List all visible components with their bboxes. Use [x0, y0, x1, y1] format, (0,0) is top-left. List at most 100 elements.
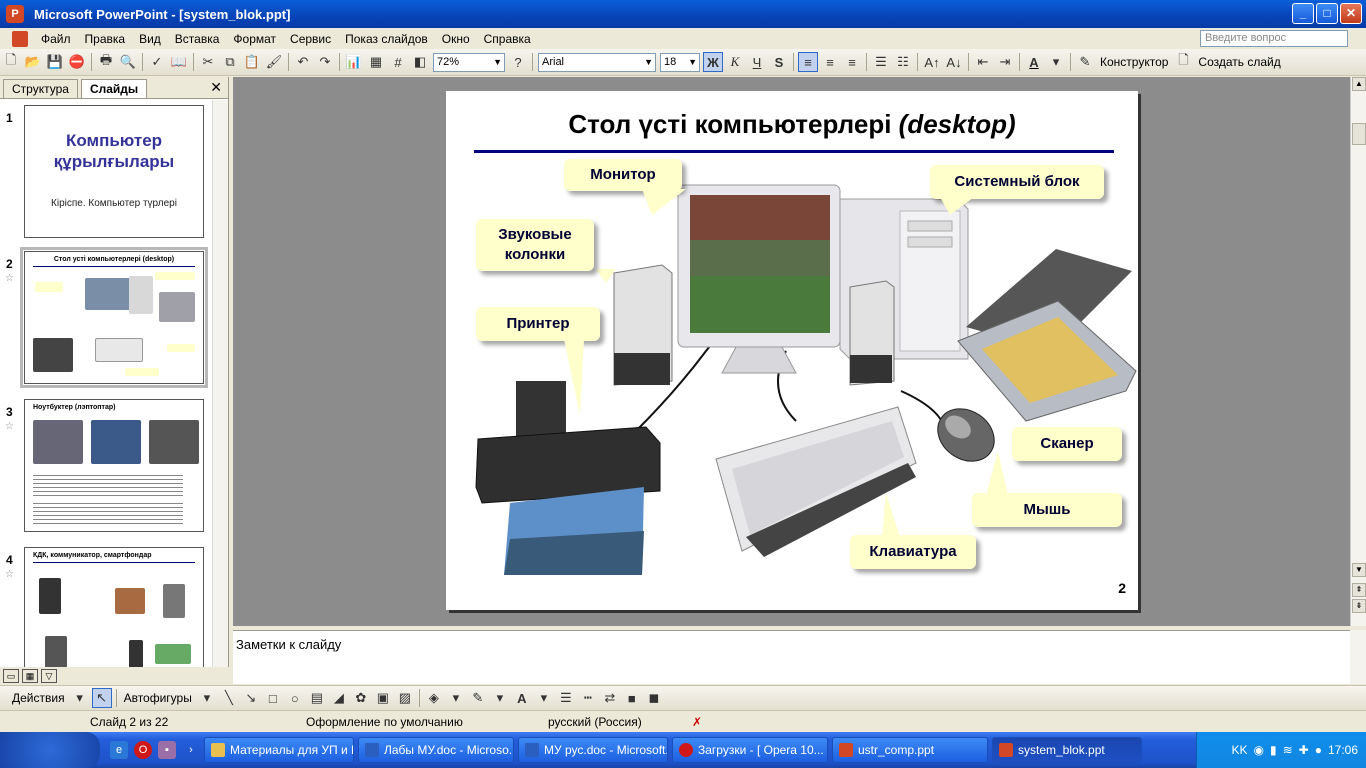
insert-table-icon[interactable]: ▦ [366, 52, 386, 72]
menu-insert[interactable]: Вставка [168, 32, 227, 46]
menu-window[interactable]: Окно [435, 32, 477, 46]
thumbnails-scrollbar[interactable] [212, 100, 228, 667]
chevron-down-icon[interactable]: ▾ [70, 688, 90, 708]
designer-icon[interactable]: ✎ [1075, 52, 1095, 72]
security-icon[interactable]: ● [1315, 743, 1322, 757]
underline-button[interactable]: Ч [747, 52, 767, 72]
slide-canvas[interactable]: Стол үсті компьютерлері (desktop) Монито… [446, 91, 1138, 610]
chevron-down-icon[interactable]: ▾ [446, 688, 466, 708]
close-icon[interactable]: ✕ [210, 79, 222, 96]
undo-icon[interactable]: ↶ [293, 52, 313, 72]
chevron-down-icon[interactable]: ▾ [1046, 52, 1066, 72]
notes-pane[interactable]: Заметки к слайду [233, 630, 1350, 684]
close-button[interactable]: ✕ [1340, 3, 1362, 24]
bullets-icon[interactable]: ☷ [893, 52, 913, 72]
slide-thumbnail-1[interactable]: Компьютер құрылғылары Кіріспе. Компьютер… [24, 105, 204, 238]
callout-scanner[interactable]: Сканер [1012, 427, 1122, 461]
callout-mouse[interactable]: Мышь [972, 493, 1122, 527]
callout-speakers-box[interactable]: Звуковые колонки [476, 219, 594, 271]
italic-button[interactable]: К [725, 52, 745, 72]
language-indicator[interactable]: KK [1231, 743, 1247, 757]
print-preview-icon[interactable]: 🔍 [118, 52, 138, 72]
callout-printer[interactable]: Принтер [476, 307, 600, 341]
autoshapes-button[interactable]: Автофигуры [124, 691, 192, 705]
line-color-icon[interactable]: ✎ [468, 688, 488, 708]
rectangle-icon[interactable]: □ [263, 688, 283, 708]
align-left-icon[interactable]: ≡ [798, 52, 818, 72]
arrow-style-icon[interactable]: ⇄ [600, 688, 620, 708]
eye-icon[interactable]: ◉ [1254, 743, 1264, 757]
task-ppt-2[interactable]: system_blok.ppt [992, 737, 1142, 763]
font-color-icon[interactable]: A [512, 688, 532, 708]
tab-slides[interactable]: Слайды [80, 79, 148, 98]
menu-edit[interactable]: Правка [78, 32, 133, 46]
3d-style-icon[interactable]: ◼ [644, 688, 664, 708]
new-file-icon[interactable]: 🗋 [1, 52, 21, 72]
new-slide-button[interactable]: Создать слайд [1198, 55, 1280, 69]
callout-monitor-box[interactable]: Монитор [564, 159, 682, 191]
picture-icon[interactable]: ▨ [395, 688, 415, 708]
menu-file[interactable]: Файл [34, 32, 78, 46]
decrease-font-icon[interactable]: A↓ [944, 52, 964, 72]
menu-format[interactable]: Формат [226, 32, 283, 46]
task-word-2[interactable]: МУ рус.doc - Microsoft... [518, 737, 668, 763]
shadow-style-icon[interactable]: ■ [622, 688, 642, 708]
chevron-down-icon[interactable]: ▾ [534, 688, 554, 708]
decrease-indent-icon[interactable]: ⇤ [973, 52, 993, 72]
notes-scrollbar[interactable] [1350, 630, 1366, 684]
actions-button[interactable]: Действия [12, 691, 65, 705]
zoom-select[interactable]: 72% ▼ [433, 52, 505, 72]
menu-slideshow[interactable]: Показ слайдов [338, 32, 435, 46]
cut-icon[interactable]: ✂ [198, 52, 218, 72]
oval-icon[interactable]: ○ [285, 688, 305, 708]
arrow-icon[interactable]: ↘ [241, 688, 261, 708]
bold-button[interactable]: Ж [703, 52, 723, 72]
increase-indent-icon[interactable]: ⇥ [995, 52, 1015, 72]
task-folder[interactable]: Материалы для УП и МУ [204, 737, 354, 763]
save-icon[interactable]: 💾 [45, 52, 65, 72]
color-grayscale-icon[interactable]: ◧ [410, 52, 430, 72]
designer-button[interactable]: Конструктор [1100, 55, 1168, 69]
paste-icon[interactable]: 📋 [242, 52, 262, 72]
menu-tools[interactable]: Сервис [283, 32, 338, 46]
slide-thumbnail-2[interactable]: Стол усті компьютерлері (desktop) [20, 247, 208, 388]
opera-icon[interactable]: O [134, 741, 152, 759]
callout-system-unit[interactable]: Системный блок [930, 165, 1104, 199]
chevron-down-icon[interactable]: ▾ [490, 688, 510, 708]
previous-slide-icon[interactable]: ⇞ [1352, 583, 1366, 597]
antivirus-icon[interactable]: ✚ [1299, 743, 1309, 757]
textbox-icon[interactable]: ▤ [307, 688, 327, 708]
help-icon[interactable]: ? [508, 52, 528, 72]
callout-keyboard[interactable]: Клавиатура [850, 535, 976, 569]
print-icon[interactable]: 🖶 [96, 52, 116, 72]
font-size-select[interactable]: 18 ▼ [660, 52, 700, 72]
menu-help[interactable]: Справка [477, 32, 538, 46]
line-icon[interactable]: ╲ [219, 688, 239, 708]
font-name-select[interactable]: Arial ▼ [538, 52, 656, 72]
minimize-button[interactable]: _ [1292, 3, 1314, 24]
chevron-down-icon[interactable]: ▾ [197, 688, 217, 708]
open-folder-icon[interactable]: 📂 [23, 52, 43, 72]
numbering-icon[interactable]: ☰ [871, 52, 891, 72]
document-icon[interactable] [12, 30, 28, 47]
line-style-icon[interactable]: ☰ [556, 688, 576, 708]
workspace-scrollbar[interactable]: ▲ ▼ ⇞ ⇟ [1350, 77, 1366, 626]
help-search-input[interactable]: Введите вопрос [1200, 30, 1348, 47]
slideshow-icon[interactable]: ▽ [41, 669, 57, 683]
network-icon[interactable]: ▮ [1270, 743, 1277, 757]
clock[interactable]: 17:06 [1328, 743, 1358, 757]
increase-font-icon[interactable]: A↑ [922, 52, 942, 72]
normal-view-icon[interactable]: ▭ [3, 669, 19, 683]
permission-icon[interactable]: ⛔ [67, 52, 87, 72]
dash-style-icon[interactable]: ┅ [578, 688, 598, 708]
menu-view[interactable]: Вид [132, 32, 168, 46]
wordart-icon[interactable]: ◢ [329, 688, 349, 708]
wifi-icon[interactable]: ≋ [1283, 743, 1293, 757]
start-button[interactable] [0, 732, 100, 768]
disk-icon[interactable]: ▪ [158, 741, 176, 759]
align-right-icon[interactable]: ≡ [842, 52, 862, 72]
next-slide-icon[interactable]: ⇟ [1352, 599, 1366, 613]
task-ppt-1[interactable]: ustr_comp.ppt [832, 737, 988, 763]
tab-outline[interactable]: Структура [3, 79, 78, 98]
copy-icon[interactable]: ⧉ [220, 52, 240, 72]
